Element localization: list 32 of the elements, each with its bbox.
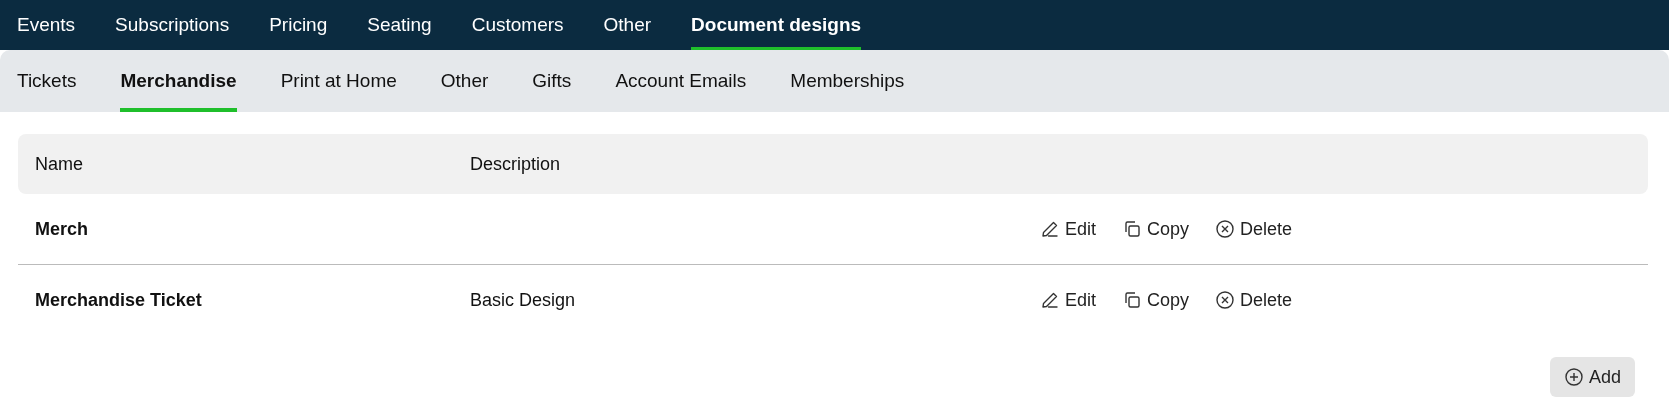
pencil-icon: [1040, 290, 1060, 310]
close-circle-icon: [1215, 290, 1236, 310]
edit-link[interactable]: Edit: [1040, 218, 1097, 240]
delete-link[interactable]: Delete: [1215, 218, 1293, 240]
sub-tab[interactable]: Tickets: [17, 50, 77, 112]
copy-icon: [1122, 219, 1143, 239]
table-cell: Basic Design: [470, 289, 576, 310]
close-circle-icon: [1215, 219, 1236, 239]
nav-tab[interactable]: Seating: [367, 0, 432, 50]
add-button[interactable]: Add: [1549, 357, 1635, 397]
nav-tab[interactable]: Events: [17, 0, 76, 50]
delete-link[interactable]: Delete: [1215, 289, 1293, 311]
table-cell-text: Merchandise Ticket: [34, 289, 203, 311]
sub-tab[interactable]: Gifts: [532, 50, 572, 112]
nav-tab[interactable]: Subscriptions: [115, 0, 230, 50]
sub-tab[interactable]: Other: [440, 50, 489, 112]
pencil-icon: [1040, 219, 1060, 239]
column-header: Description: [470, 153, 562, 175]
copy-icon: [1122, 290, 1143, 310]
sub-tab[interactable]: Merchandise: [120, 50, 237, 112]
sub-tab[interactable]: Memberships: [790, 50, 905, 112]
copy-link[interactable]: Copy: [1122, 218, 1190, 240]
sub-tab[interactable]: Print at Home: [280, 50, 397, 112]
copy-link[interactable]: Copy: [1122, 289, 1190, 311]
nav-tab[interactable]: Other: [603, 0, 652, 50]
plus-circle-icon: [1563, 367, 1584, 387]
table-cell-text: Merch: [34, 218, 89, 240]
column-header: Name: [34, 153, 84, 175]
nav-tab[interactable]: Pricing: [269, 0, 328, 50]
edit-link[interactable]: Edit: [1040, 289, 1097, 311]
nav-tab[interactable]: Customers: [471, 0, 564, 50]
sub-tab[interactable]: Account Emails: [615, 50, 747, 112]
